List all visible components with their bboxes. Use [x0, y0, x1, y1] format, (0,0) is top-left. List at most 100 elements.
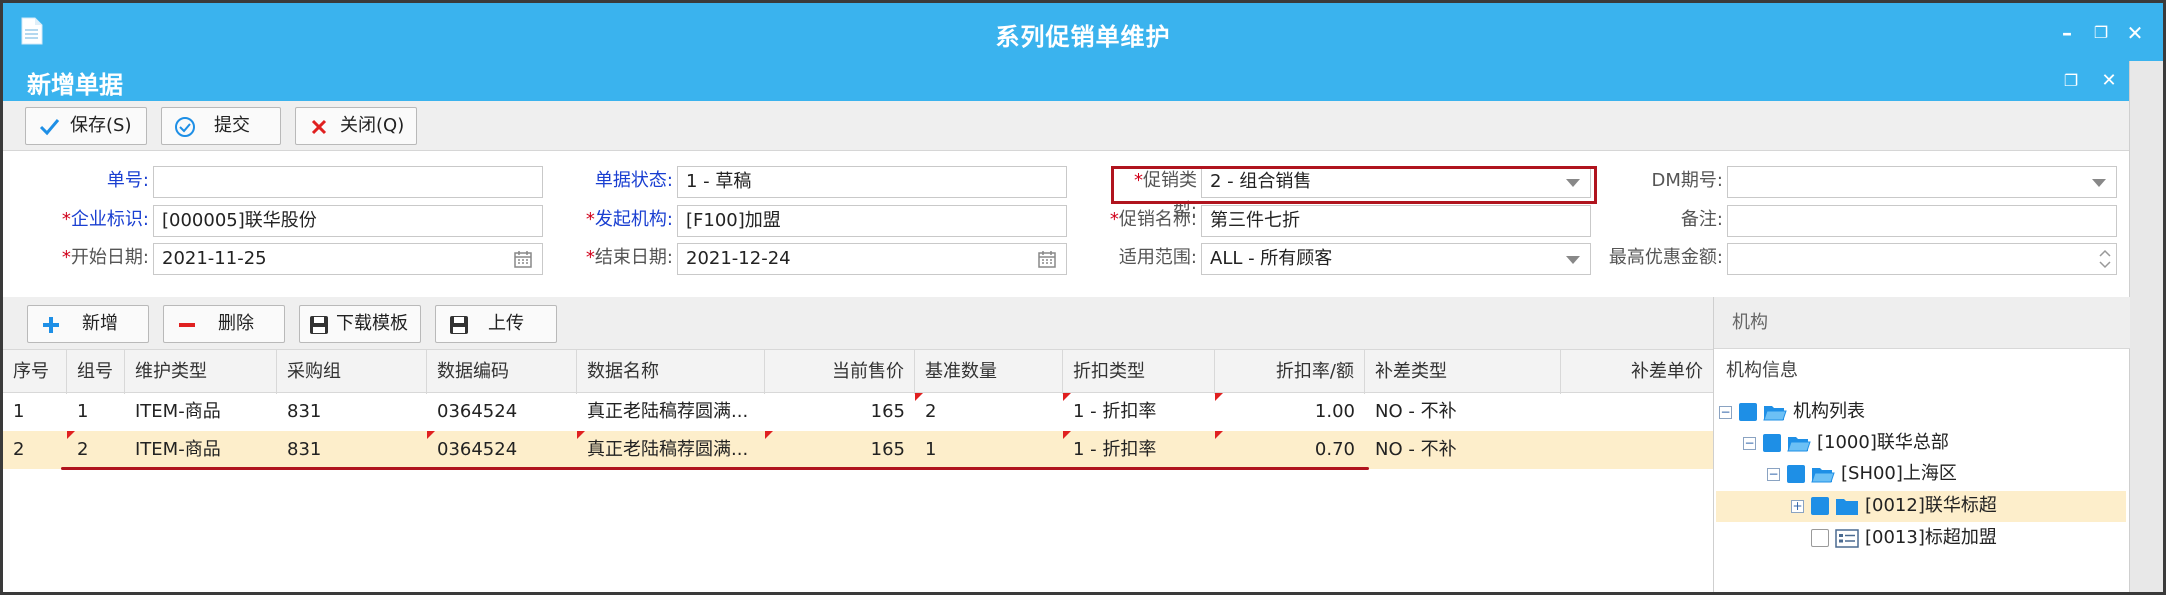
- panel-header: 新增单据 ❐ ✕: [3, 61, 2129, 101]
- stepper-icon[interactable]: [2096, 245, 2114, 273]
- end-date-field[interactable]: 2021-12-24: [677, 243, 1067, 275]
- col-header-base-qty[interactable]: 基准数量: [915, 350, 1063, 394]
- scope-select[interactable]: ALL - 所有顾客: [1201, 243, 1591, 275]
- collapse-icon[interactable]: −: [1743, 437, 1756, 450]
- remark-label: 备注:: [1680, 209, 1723, 230]
- dm-no-label: DM期号:: [1651, 170, 1723, 191]
- promo-name-label-text: 促销名称:: [1118, 209, 1197, 230]
- col-header-seq[interactable]: 序号: [3, 350, 67, 394]
- expand-icon[interactable]: +: [1791, 500, 1804, 513]
- cell-data-code[interactable]: 0364524: [427, 393, 577, 431]
- cell-group[interactable]: 2: [67, 431, 125, 469]
- cell-subsidy-price[interactable]: [1561, 393, 1713, 431]
- tree-node-hq[interactable]: − [1000]联华总部: [1743, 428, 2063, 458]
- company-label-text: 企业标识:: [70, 209, 149, 230]
- cell-base-qty[interactable]: 1: [915, 431, 1063, 469]
- close-button[interactable]: 关闭(Q): [295, 107, 417, 145]
- col-header-data-code[interactable]: 数据编码: [427, 350, 577, 394]
- edited-marker: [1063, 431, 1071, 439]
- restore-icon[interactable]: ❐: [2089, 21, 2113, 45]
- col-header-purchase-group[interactable]: 采购组: [277, 350, 427, 394]
- edited-marker: [915, 393, 923, 401]
- download-template-button[interactable]: 下载模板: [299, 305, 421, 343]
- panel-close-icon[interactable]: ✕: [2097, 69, 2121, 93]
- col-header-subsidy-type[interactable]: 补差类型: [1365, 350, 1561, 394]
- cell-subsidy-type[interactable]: NO - 不补: [1365, 393, 1561, 431]
- checkbox-checked-icon[interactable]: [1811, 497, 1829, 515]
- cell-base-qty[interactable]: 2: [915, 393, 1063, 431]
- col-header-discount-type[interactable]: 折扣类型: [1063, 350, 1215, 394]
- chevron-down-icon[interactable]: [2092, 179, 2106, 187]
- cell-purchase-group[interactable]: 831: [277, 431, 427, 469]
- checkbox-checked-icon[interactable]: [1787, 465, 1805, 483]
- cell-group[interactable]: 1: [67, 393, 125, 431]
- col-header-price[interactable]: 当前售价: [765, 350, 915, 394]
- dm-no-select[interactable]: [1727, 166, 2117, 198]
- cell-type[interactable]: ITEM-商品: [125, 431, 277, 469]
- checkbox-checked-icon[interactable]: [1763, 434, 1781, 452]
- close-icon[interactable]: ✕: [2123, 21, 2147, 45]
- tree-node-label: [1000]联华总部: [1817, 432, 1949, 453]
- status-field[interactable]: 1 - 草稿: [677, 166, 1067, 198]
- col-header-discount-rate[interactable]: 折扣率/额: [1215, 350, 1365, 394]
- company-field[interactable]: [000005]联华股份: [153, 205, 543, 237]
- header-form: 单号: 单据状态: 1 - 草稿 *促销类型: 2 - 组合销售 DM期号: *…: [3, 151, 2129, 297]
- collapse-icon[interactable]: −: [1767, 468, 1780, 481]
- promo-name-field[interactable]: 第三件七折: [1201, 205, 1591, 237]
- chevron-down-icon[interactable]: [1566, 256, 1580, 264]
- cell-data-name[interactable]: 真正老陆稿荐圆满...: [577, 393, 765, 431]
- cell-subsidy-type[interactable]: NO - 不补: [1365, 431, 1561, 469]
- calendar-icon[interactable]: [514, 250, 532, 268]
- col-header-group[interactable]: 组号: [67, 350, 125, 394]
- delete-row-button[interactable]: 删除: [163, 305, 285, 343]
- cell-discount-type-text: 1 - 折扣率: [1073, 401, 1157, 422]
- collapse-icon[interactable]: −: [1719, 406, 1732, 419]
- calendar-icon[interactable]: [1038, 250, 1056, 268]
- panel-restore-icon[interactable]: ❐: [2059, 69, 2083, 93]
- tree-node-franchise[interactable]: [0013]标超加盟: [1791, 523, 2111, 553]
- promo-name-label: *促销名称:: [1103, 205, 1197, 235]
- edited-marker: [427, 431, 435, 439]
- org-info-label: 机构信息: [1726, 360, 1798, 381]
- cell-data-name[interactable]: 真正老陆稿荐圆满...: [577, 431, 765, 469]
- start-date-field[interactable]: 2021-11-25: [153, 243, 543, 275]
- scope-label: 适用范围:: [1118, 247, 1197, 268]
- col-header-type[interactable]: 维护类型: [125, 350, 277, 394]
- table-row-selected[interactable]: 2 2 ITEM-商品 831 0364524 真正老陆稿荐圆满... 165 …: [3, 431, 1713, 469]
- table-row[interactable]: 1 1 ITEM-商品 831 0364524 真正老陆稿荐圆满... 165 …: [3, 393, 1713, 431]
- remark-field[interactable]: [1727, 205, 2117, 237]
- cell-discount-rate-text: 1.00: [1314, 401, 1355, 422]
- upload-button[interactable]: 上传: [435, 305, 557, 343]
- tree-node-lianhua-biaochao[interactable]: + [0012]联华标超: [1791, 491, 2111, 521]
- cell-discount-rate[interactable]: 0.70: [1215, 431, 1365, 469]
- submit-button[interactable]: 提交: [161, 107, 281, 145]
- minus-icon: [179, 323, 195, 327]
- order-no-field[interactable]: [153, 166, 543, 198]
- tree-node-org-list[interactable]: − 机构列表: [1719, 397, 2019, 427]
- add-row-button[interactable]: 新增: [27, 305, 149, 343]
- checkbox-unchecked-icon[interactable]: [1811, 529, 1829, 547]
- start-date-label-text: 开始日期:: [70, 247, 149, 268]
- cell-seq[interactable]: 2: [3, 431, 67, 469]
- cell-purchase-group[interactable]: 831: [277, 393, 427, 431]
- folder-icon: [1836, 499, 1858, 515]
- cell-price[interactable]: 165: [765, 431, 915, 469]
- max-discount-field[interactable]: [1727, 243, 2117, 275]
- edited-marker: [1215, 393, 1223, 401]
- col-header-data-name[interactable]: 数据名称: [577, 350, 765, 394]
- cell-discount-type[interactable]: 1 - 折扣率: [1063, 393, 1215, 431]
- checkbox-checked-icon[interactable]: [1739, 403, 1757, 421]
- cell-discount-rate[interactable]: 1.00: [1215, 393, 1365, 431]
- cell-group-text: 2: [77, 439, 89, 460]
- org-field[interactable]: [F100]加盟: [677, 205, 1067, 237]
- minimize-icon[interactable]: –: [2055, 21, 2079, 45]
- save-button[interactable]: 保存(S): [25, 107, 147, 145]
- cell-price[interactable]: 165: [765, 393, 915, 431]
- cell-type[interactable]: ITEM-商品: [125, 393, 277, 431]
- col-header-subsidy-price[interactable]: 补差单价: [1561, 350, 1713, 394]
- cell-discount-type[interactable]: 1 - 折扣率: [1063, 431, 1215, 469]
- cell-data-code[interactable]: 0364524: [427, 431, 577, 469]
- cell-seq[interactable]: 1: [3, 393, 67, 431]
- cell-subsidy-price[interactable]: [1561, 431, 1713, 469]
- tree-node-shanghai[interactable]: − [SH00]上海区: [1767, 459, 2087, 489]
